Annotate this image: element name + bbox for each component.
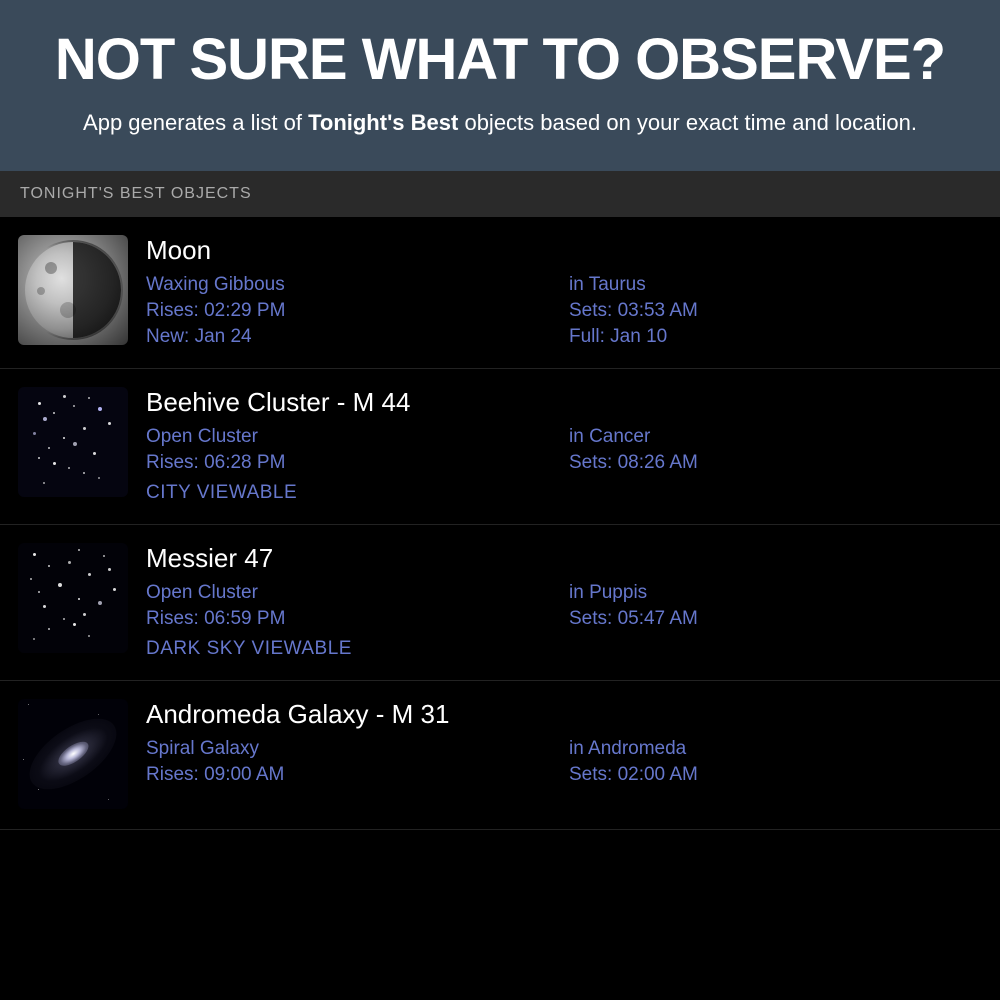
moon-thumbnail: [18, 235, 128, 345]
list-item[interactable]: Beehive Cluster - M 44 Open Cluster in C…: [0, 369, 1000, 525]
beehive-thumbnail: [18, 387, 128, 497]
object-details: Open Cluster in Cancer Rises: 06:28 PM S…: [146, 426, 982, 504]
object-sets: Sets: 08:26 AM: [569, 452, 982, 474]
andromeda-info: Andromeda Galaxy - M 31 Spiral Galaxy in…: [146, 699, 982, 786]
m47-info: Messier 47 Open Cluster in Puppis Rises:…: [146, 543, 982, 660]
list-item[interactable]: Moon Waxing Gibbous in Taurus Rises: 02:…: [0, 217, 1000, 369]
header-section: NOT SURE WHAT TO OBSERVE? App generates …: [0, 0, 1000, 171]
object-name: Andromeda Galaxy - M 31: [146, 699, 982, 730]
object-type: Spiral Galaxy: [146, 738, 559, 760]
subtitle-plain: App generates a list of: [83, 110, 308, 135]
object-rises: Rises: 06:28 PM: [146, 452, 559, 474]
object-location: in Cancer: [569, 426, 982, 448]
object-location: in Andromeda: [569, 738, 982, 760]
object-name: Beehive Cluster - M 44: [146, 387, 982, 418]
object-full: Full: Jan 10: [569, 326, 982, 348]
subtitle-end: objects based on your exact time and loc…: [458, 110, 917, 135]
page-title: NOT SURE WHAT TO OBSERVE?: [30, 28, 970, 92]
object-sets: Sets: 02:00 AM: [569, 764, 982, 786]
andromeda-thumbnail: [18, 699, 128, 809]
object-details: Open Cluster in Puppis Rises: 06:59 PM S…: [146, 582, 982, 660]
object-type: Open Cluster: [146, 582, 559, 604]
object-sets: Sets: 05:47 AM: [569, 608, 982, 630]
list-item[interactable]: Messier 47 Open Cluster in Puppis Rises:…: [0, 525, 1000, 681]
moon-info: Moon Waxing Gibbous in Taurus Rises: 02:…: [146, 235, 982, 348]
object-type: Open Cluster: [146, 426, 559, 448]
subtitle-bold: Tonight's Best: [308, 110, 458, 135]
object-location: in Puppis: [569, 582, 982, 604]
object-details: Waxing Gibbous in Taurus Rises: 02:29 PM…: [146, 274, 982, 348]
object-type: Waxing Gibbous: [146, 274, 559, 296]
beehive-info: Beehive Cluster - M 44 Open Cluster in C…: [146, 387, 982, 504]
object-list: Moon Waxing Gibbous in Taurus Rises: 02:…: [0, 217, 1000, 830]
object-name: Moon: [146, 235, 982, 266]
object-rises: Rises: 09:00 AM: [146, 764, 559, 786]
object-sets: Sets: 03:53 AM: [569, 300, 982, 322]
object-location: in Taurus: [569, 274, 982, 296]
object-rises: Rises: 06:59 PM: [146, 608, 559, 630]
list-item[interactable]: Andromeda Galaxy - M 31 Spiral Galaxy in…: [0, 681, 1000, 830]
object-details: Spiral Galaxy in Andromeda Rises: 09:00 …: [146, 738, 982, 786]
viewable-badge: CITY VIEWABLE: [146, 482, 982, 504]
object-new: New: Jan 24: [146, 326, 559, 348]
viewable-badge: DARK SKY VIEWABLE: [146, 638, 982, 660]
header-subtitle: App generates a list of Tonight's Best o…: [30, 106, 970, 139]
m47-thumbnail: [18, 543, 128, 653]
section-label: TONIGHT'S BEST OBJECTS: [0, 171, 1000, 217]
object-rises: Rises: 02:29 PM: [146, 300, 559, 322]
object-name: Messier 47: [146, 543, 982, 574]
